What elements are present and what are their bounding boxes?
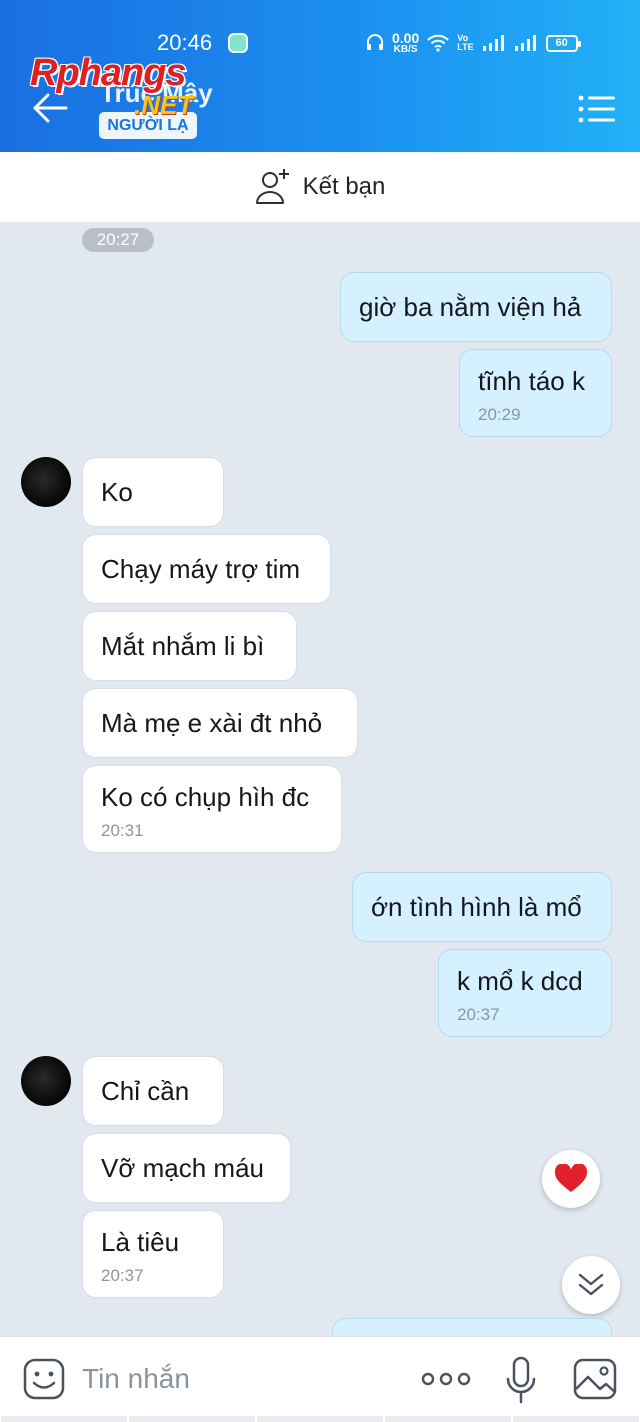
message-time: 20:37 xyxy=(101,1266,144,1285)
scroll-to-bottom-button[interactable] xyxy=(562,1256,620,1314)
message-text: k mổ k dcd xyxy=(457,966,583,996)
volte-indicator: Vo LTE xyxy=(457,34,473,52)
volte-bottom: LTE xyxy=(457,42,474,52)
message-bubble-outgoing[interactable]: tĩnh táo k 20:29 xyxy=(459,349,612,437)
contact-avatar[interactable] xyxy=(21,1056,71,1106)
message-text: Ko xyxy=(101,477,133,507)
message-text: Ko có chụp hìh đc xyxy=(101,782,310,812)
message-bubble-outgoing[interactable]: k mổ k dcd 20:37 xyxy=(438,949,612,1037)
heart-reaction-button[interactable] xyxy=(542,1150,600,1208)
message-bubble-outgoing[interactable]: giờ ba nằm viện hả xyxy=(340,272,612,342)
menu-list-icon[interactable] xyxy=(578,94,616,124)
image-picker-icon[interactable] xyxy=(572,1357,618,1401)
message-bubble-incoming[interactable]: Chỉ cần xyxy=(82,1056,224,1126)
message-bubble-incoming[interactable]: Chạy máy trợ tim xyxy=(82,534,331,604)
watermark-main: Rphangs xyxy=(30,52,187,94)
add-friend-label: Kết bạn xyxy=(302,173,386,200)
battery-indicator: 60 xyxy=(545,34,581,52)
message-text: Mắt nhắm li bì xyxy=(101,631,265,661)
heart-icon xyxy=(554,1164,588,1192)
sticker-icon[interactable] xyxy=(22,1357,66,1401)
message-time: 20:37 xyxy=(457,1005,500,1024)
timestamp-divider: 20:27 xyxy=(82,228,154,252)
add-friend-icon xyxy=(255,169,289,204)
message-bubble-incoming[interactable]: Ko có chụp hìh đc 20:31 xyxy=(82,765,342,853)
message-bubble-incoming[interactable]: Là tiêu 20:37 xyxy=(82,1210,224,1298)
message-input-bar xyxy=(0,1336,640,1422)
network-speed: 0.00 KB/S xyxy=(392,31,419,55)
system-navigation-bar xyxy=(0,1416,640,1422)
signal-icon-sim2 xyxy=(514,35,536,51)
headset-icon xyxy=(367,34,383,50)
message-text: Chạy máy trợ tim xyxy=(101,554,301,584)
message-input[interactable] xyxy=(82,1359,382,1399)
message-text: ớn tình hình là mổ xyxy=(371,892,582,922)
message-text: Mà mẹ e xài đt nhỏ xyxy=(101,708,323,738)
message-text: Chỉ cần xyxy=(101,1076,190,1106)
message-text: Vỡ mạch máu xyxy=(101,1153,264,1183)
add-friend-button[interactable]: Kết bạn xyxy=(0,152,640,222)
signal-icon xyxy=(482,35,504,51)
message-bubble-outgoing-partial[interactable] xyxy=(332,1318,612,1336)
app-notification-icon xyxy=(228,33,248,53)
message-time: 20:31 xyxy=(101,821,144,840)
double-chevron-down-icon xyxy=(578,1273,604,1296)
microphone-icon[interactable] xyxy=(504,1355,538,1405)
status-icons: 0.00 KB/S Vo LTE 60 xyxy=(366,30,581,56)
contact-avatar[interactable] xyxy=(21,457,71,507)
message-bubble-incoming[interactable]: Ko xyxy=(82,457,224,527)
wifi-icon xyxy=(427,34,449,52)
more-options-icon[interactable] xyxy=(420,1367,472,1391)
header-bar: 20:46 0.00 KB/S Vo LTE 60 Trúc Mây NGƯỜI… xyxy=(0,0,640,152)
message-bubble-incoming[interactable]: Vỡ mạch máu xyxy=(82,1133,291,1203)
message-text: Là tiêu xyxy=(101,1227,180,1257)
watermark-sub: .NET xyxy=(134,90,194,120)
network-speed-unit: KB/S xyxy=(393,43,418,55)
message-time: 20:29 xyxy=(478,405,521,424)
message-bubble-incoming[interactable]: Mắt nhắm li bì xyxy=(82,611,297,681)
message-bubble-outgoing[interactable]: ớn tình hình là mổ xyxy=(352,872,612,942)
message-text: tĩnh táo k xyxy=(478,366,585,396)
chat-messages[interactable]: 20:27 giờ ba nằm viện hả tĩnh táo k 20:2… xyxy=(0,222,640,1336)
watermark-logo: Rphangs .NET xyxy=(30,52,230,122)
message-text: giờ ba nằm viện hả xyxy=(359,292,582,322)
message-bubble-incoming[interactable]: Mà mẹ e xài đt nhỏ xyxy=(82,688,358,758)
